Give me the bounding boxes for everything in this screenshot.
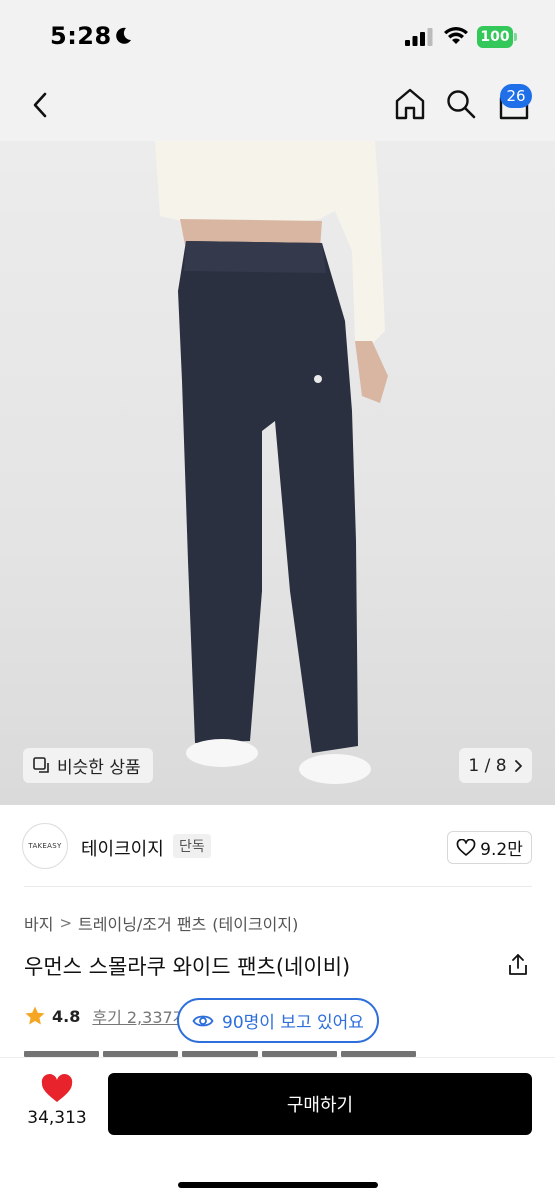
review-count-link[interactable]: 후기 2,337개 — [92, 1004, 187, 1028]
share-icon[interactable] — [505, 952, 531, 978]
battery-cap — [514, 33, 517, 41]
product-photo — [155, 141, 388, 784]
heart-outline-icon — [456, 838, 476, 856]
brand-like-button[interactable]: 9.2만 — [447, 831, 532, 864]
left-shoe-shape — [186, 739, 258, 767]
similar-products-button[interactable]: 비슷한 상품 — [23, 748, 153, 783]
arm-shape — [355, 341, 388, 403]
right-shoe-shape — [299, 754, 371, 784]
breadcrumb: 바지 > 트레이닝/조거 팬츠 (테이크이지) — [24, 911, 298, 935]
chevron-right-icon — [514, 759, 522, 772]
star-icon — [25, 1006, 45, 1025]
status-time: 5:28 — [50, 22, 112, 50]
wishlist-count: 34,313 — [27, 1108, 87, 1128]
viewers-text: 90명이 보고 있어요 — [222, 1013, 364, 1033]
wifi-icon — [444, 27, 468, 44]
status-bar: 5:28 100 — [0, 0, 555, 74]
pants-logo-shape — [314, 375, 322, 383]
bottom-bar: 34,313 구매하기 — [0, 1057, 555, 1200]
waistband-shape — [184, 241, 326, 273]
rating-row: 4.8 후기 2,337개 — [24, 1004, 187, 1028]
product-title: 우먼스 스몰라쿠 와이드 팬츠(네이비) — [24, 955, 351, 979]
similar-icon — [33, 756, 49, 773]
brand-like-count: 9.2만 — [480, 840, 523, 860]
brand-row: TAKEASY 테이크이지 단독 9.2만 — [0, 805, 555, 888]
search-icon[interactable] — [445, 87, 477, 121]
pants-shape — [178, 241, 358, 753]
viewers-badge: 90명이 보고 있어요 — [177, 998, 379, 1043]
chevron-right-icon: > — [59, 914, 73, 932]
top-nav — [0, 74, 555, 141]
breadcrumb-item[interactable]: 트레이닝/조거 팬츠 — [78, 911, 206, 935]
moon-icon — [116, 27, 131, 44]
battery-icon: 100 — [477, 26, 517, 48]
heart-filled-icon — [41, 1074, 73, 1102]
cart-count-badge: 26 — [500, 84, 532, 108]
home-indicator — [178, 1182, 378, 1188]
back-icon[interactable] — [26, 88, 56, 122]
battery-level: 100 — [477, 26, 513, 48]
breadcrumb-item[interactable]: 바지 — [24, 911, 53, 935]
eye-icon — [192, 1015, 214, 1026]
image-counter-label: 1 / 8 — [468, 755, 507, 776]
brand-name[interactable]: 테이크이지 — [81, 835, 164, 861]
signal-icon — [405, 28, 433, 46]
brand-logo[interactable]: TAKEASY — [22, 823, 68, 869]
similar-products-label: 비슷한 상품 — [57, 758, 141, 778]
exclusive-badge: 단독 — [173, 834, 211, 858]
buy-button[interactable]: 구매하기 — [108, 1073, 532, 1135]
divider — [24, 886, 532, 887]
product-image[interactable] — [0, 141, 555, 805]
image-counter-button[interactable]: 1 / 8 — [459, 748, 532, 783]
home-icon[interactable] — [393, 86, 427, 122]
breadcrumb-item[interactable]: (테이크이지) — [212, 911, 298, 935]
rating-value: 4.8 — [52, 1006, 81, 1026]
